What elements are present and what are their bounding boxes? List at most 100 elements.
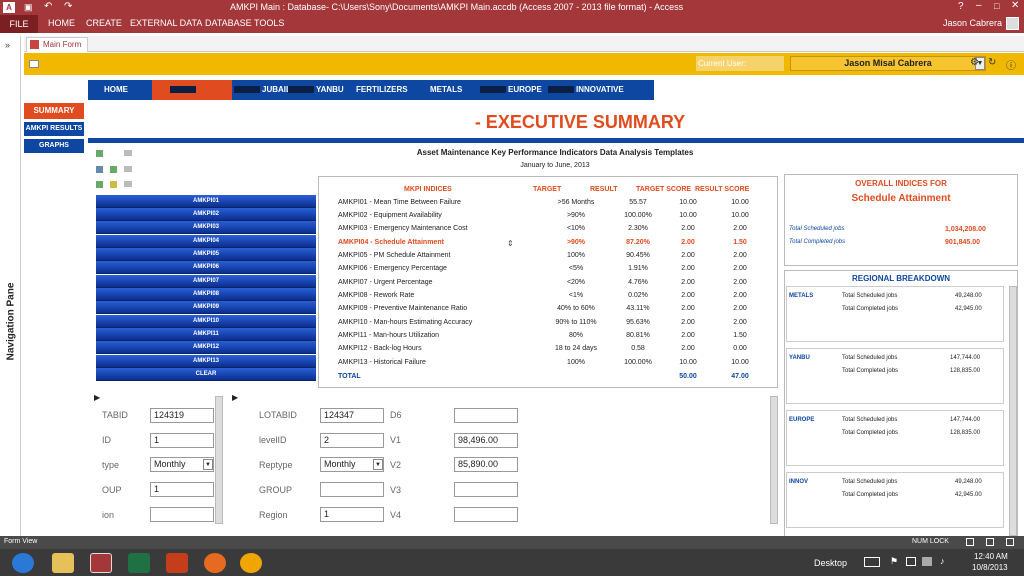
- table-row[interactable]: AMKPI07 - Urgent Percentage <20% 4.76% 2.00…: [338, 279, 758, 292]
- amkpi05-button[interactable]: AMKPI05: [96, 248, 316, 261]
- chevron-down-icon[interactable]: ▼: [373, 459, 383, 470]
- spin-icon[interactable]: ⇕: [507, 239, 514, 248]
- side-menu-summary[interactable]: SUMMARY: [24, 103, 84, 119]
- settings-icon[interactable]: ⚙: [970, 57, 979, 68]
- subform-right-field[interactable]: 124347: [320, 408, 384, 423]
- save-icon[interactable]: ▣: [24, 2, 33, 13]
- current-user-combo[interactable]: Jason Misal Cabrera: [790, 56, 986, 71]
- access-app-icon[interactable]: A: [3, 2, 15, 13]
- table-row[interactable]: AMKPI06 - Emergency Percentage <5% 1.91% 2.…: [338, 265, 758, 278]
- table-row[interactable]: AMKPI13 - Historical Failure 100% 100.00% 1…: [338, 359, 758, 372]
- chevron-down-icon[interactable]: ▼: [203, 459, 213, 470]
- subform-right-field2[interactable]: 98,496.00: [454, 433, 518, 448]
- tool-icon[interactable]: [124, 150, 132, 156]
- nav-jubail[interactable]: JUBAIL: [234, 85, 291, 94]
- record-selector-icon[interactable]: ▶: [232, 393, 238, 402]
- help-icon[interactable]: ?: [958, 1, 964, 12]
- file-explorer-icon[interactable]: [52, 553, 74, 573]
- table-row[interactable]: AMKPI01 - Mean Time Between Failure >56 M…: [338, 199, 758, 212]
- nav-metals[interactable]: METALS: [430, 85, 462, 94]
- flag-icon[interactable]: ⚑: [890, 556, 898, 567]
- regional-scrollbar[interactable]: [1009, 286, 1017, 536]
- design-view-icon[interactable]: [1006, 538, 1014, 546]
- amkpi03-button[interactable]: AMKPI03: [96, 221, 316, 234]
- amkpi01-button[interactable]: AMKPI01: [96, 195, 316, 208]
- user-name[interactable]: Jason Cabrera: [943, 18, 1002, 28]
- subform-left-field[interactable]: 1: [150, 433, 214, 448]
- subform-right-field[interactable]: 1: [320, 507, 384, 522]
- form-menu-icon[interactable]: [29, 60, 39, 68]
- clock-date[interactable]: 10/8/2013: [972, 563, 1008, 572]
- tool-icon[interactable]: [96, 166, 103, 173]
- nav-fertilizers[interactable]: FERTILIZERS: [356, 85, 408, 94]
- table-row-selected[interactable]: AMKPI04 - Schedule Attainment >90% 87.20% 2…: [338, 239, 758, 252]
- subform-right-field2[interactable]: [454, 408, 518, 423]
- table-row[interactable]: AMKPI08 - Rework Rate <1% 0.02% 2.00 2.00: [338, 292, 758, 305]
- nav-europe[interactable]: EUROPE: [480, 85, 542, 94]
- table-row[interactable]: AMKPI09 - Preventive Maintenance Ratio 40…: [338, 305, 758, 318]
- tool-icon[interactable]: [96, 150, 103, 157]
- redo-icon[interactable]: ↷: [64, 1, 72, 12]
- nav-innovative[interactable]: INNOVATIVE: [548, 85, 624, 94]
- powerpoint-icon[interactable]: [166, 553, 188, 573]
- nav-yanbu[interactable]: YANBU: [288, 85, 344, 94]
- access-taskbar-icon[interactable]: [90, 553, 112, 573]
- table-row[interactable]: AMKPI10 - Man-hours Estimating Accuracy 9…: [338, 319, 758, 332]
- subform-right-field2[interactable]: 85,890.00: [454, 457, 518, 472]
- table-row[interactable]: AMKPI12 - Back-log Hours 18 to 24 days 0.5…: [338, 345, 758, 358]
- network-icon[interactable]: [922, 557, 932, 566]
- side-menu-graphs[interactable]: GRAPHS: [24, 139, 84, 153]
- amkpi11-button[interactable]: AMKPI11: [96, 328, 316, 341]
- navigation-pane[interactable]: » Navigation Pane: [0, 36, 21, 540]
- amkpi10-button[interactable]: AMKPI10: [96, 315, 316, 328]
- tab-create[interactable]: CREATE: [86, 18, 122, 28]
- media-player-icon[interactable]: [240, 553, 262, 573]
- info-icon[interactable]: ⓘ: [1006, 57, 1016, 72]
- subform-right-field2[interactable]: [454, 482, 518, 497]
- amkpi09-button[interactable]: AMKPI09: [96, 301, 316, 314]
- clock-time[interactable]: 12:40 AM: [974, 552, 1008, 561]
- tab-home[interactable]: HOME: [48, 18, 75, 28]
- monitor-icon[interactable]: [906, 557, 916, 566]
- clear-button[interactable]: CLEAR: [96, 368, 316, 381]
- side-menu-amkpi-results[interactable]: AMKPI RESULTS: [24, 122, 84, 136]
- tool-icon[interactable]: [110, 181, 117, 188]
- excel-icon[interactable]: [128, 553, 150, 573]
- firefox-icon[interactable]: [204, 553, 226, 573]
- amkpi08-button[interactable]: AMKPI08: [96, 288, 316, 301]
- amkpi04-button[interactable]: AMKPI04: [96, 235, 316, 248]
- amkpi06-button[interactable]: AMKPI06: [96, 261, 316, 274]
- tab-external-data[interactable]: EXTERNAL DATA: [130, 18, 202, 28]
- amkpi13-button[interactable]: AMKPI13: [96, 355, 316, 368]
- table-row[interactable]: AMKPI11 - Man-hours Utilization 80% 80.81%…: [338, 332, 758, 345]
- user-avatar[interactable]: [1006, 17, 1019, 30]
- layout-view-icon[interactable]: [986, 538, 994, 546]
- desktop-toolbar-label[interactable]: Desktop: [814, 558, 847, 568]
- amkpi07-button[interactable]: AMKPI07: [96, 275, 316, 288]
- subform-right-field[interactable]: [320, 482, 384, 497]
- tab-file[interactable]: FILE: [0, 15, 38, 33]
- nav-home[interactable]: HOME: [104, 85, 128, 94]
- subform-left-field[interactable]: [150, 507, 214, 522]
- expand-chevron-icon[interactable]: »: [5, 40, 10, 50]
- tab-database-tools[interactable]: DATABASE TOOLS: [205, 18, 284, 28]
- table-row[interactable]: AMKPI03 - Emergency Maintenance Cost <10%…: [338, 225, 758, 238]
- undo-icon[interactable]: ↶: [44, 1, 52, 12]
- amkpi02-button[interactable]: AMKPI02: [96, 208, 316, 221]
- tool-icon[interactable]: [110, 166, 117, 173]
- subform-left-field[interactable]: 1: [150, 482, 214, 497]
- refresh-icon[interactable]: ↻: [988, 57, 996, 68]
- record-selector-icon[interactable]: ▶: [94, 393, 100, 402]
- subform-right-field2[interactable]: [454, 507, 518, 522]
- form-view-icon[interactable]: [966, 538, 974, 546]
- keyboard-icon[interactable]: [864, 557, 880, 567]
- table-row[interactable]: AMKPI02 - Equipment Availability >90% 100.…: [338, 212, 758, 225]
- volume-icon[interactable]: ♪: [940, 556, 945, 566]
- tab-main-form[interactable]: Main Form: [26, 37, 88, 52]
- subform-right-field[interactable]: 2: [320, 433, 384, 448]
- subform-right-scrollbar[interactable]: [770, 396, 778, 524]
- table-row[interactable]: AMKPI05 - PM Schedule Attainment 100% 90.4…: [338, 252, 758, 265]
- nav-redacted-tab[interactable]: [152, 80, 232, 100]
- tool-icon[interactable]: [96, 181, 103, 188]
- tool-icon[interactable]: [124, 181, 132, 187]
